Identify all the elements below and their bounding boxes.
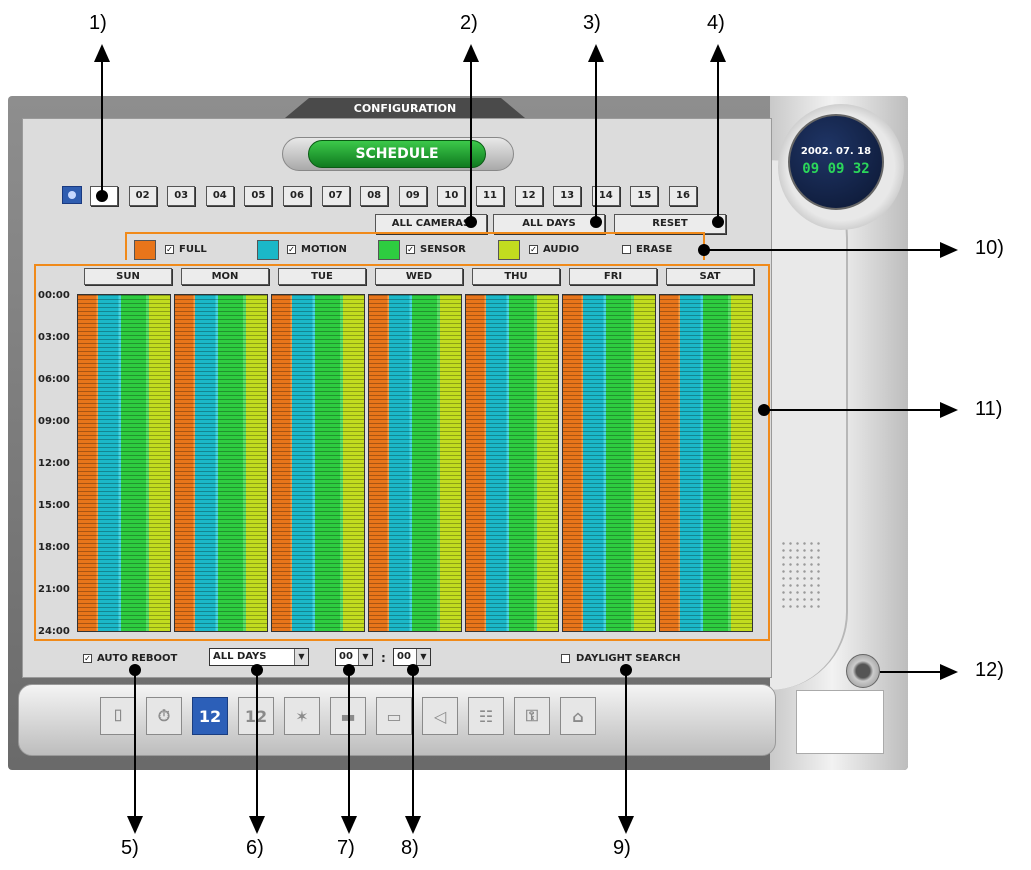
- callout-3: 3): [583, 12, 601, 34]
- callout-10: 10): [975, 237, 1004, 259]
- callout-1: 1): [89, 12, 107, 34]
- callout-5: 5): [121, 837, 139, 859]
- callout-arrows: [94, 44, 958, 834]
- callout-7: 7): [337, 837, 355, 859]
- callout-2: 2): [460, 12, 478, 34]
- callout-6: 6): [246, 837, 264, 859]
- callout-8: 8): [401, 837, 419, 859]
- callout-11: 11): [975, 398, 1003, 420]
- callout-4: 4): [707, 12, 725, 34]
- callout-9: 9): [613, 837, 631, 859]
- callout-12: 12): [975, 659, 1004, 681]
